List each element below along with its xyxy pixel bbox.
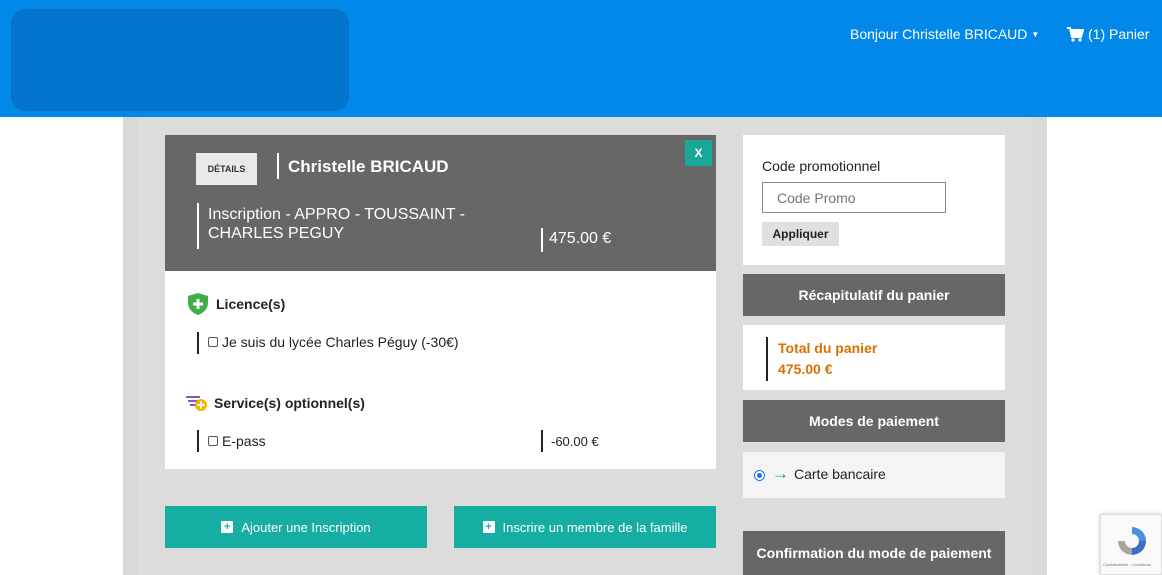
promo-label: Code promotionnel [762,158,881,174]
cart-summary-header: Récapitulatif du panier [743,274,1005,316]
service-price: -60.00 € [551,434,599,449]
service-option-label: E-pass [222,433,266,449]
cart-total-panel: Total du panier 475.00 € [743,325,1005,390]
recaptcha-text: Confidentialité - Conditions [1103,562,1151,567]
payment-method-label: Carte bancaire [794,466,886,482]
apply-promo-button[interactable]: Appliquer [762,222,839,246]
payment-radio[interactable] [754,470,765,481]
registration-price: 475.00 € [549,230,612,247]
divider [197,430,199,452]
service-option[interactable]: E-pass [208,433,266,449]
shopping-cart-icon [1067,26,1084,42]
payment-confirmation-header: Confirmation du mode de paiement [743,531,1005,575]
recaptcha-icon [1118,527,1146,555]
registration-header: DÉTAILS Christelle BRICAUD X Inscription… [165,135,716,271]
licences-title: Licence(s) [216,296,286,312]
divider [197,332,199,354]
payment-methods-header: Modes de paiement [743,400,1005,442]
cart-total-value: 475.00 € [778,361,833,377]
licences-section-title: Licence(s) [186,292,285,316]
caret-down-icon: ▼ [1031,29,1040,39]
licence-checkbox[interactable] [208,337,218,347]
user-menu[interactable]: Bonjour Christelle BRICAUD ▼ [850,26,1039,42]
add-registration-button[interactable]: + Ajouter une Inscription [165,506,427,548]
divider [766,337,768,381]
plus-icon: + [221,521,234,533]
divider [197,203,199,249]
user-greeting: Bonjour Christelle BRICAUD [850,26,1028,42]
shield-icon [188,293,208,315]
person-name: Christelle BRICAUD [288,157,449,176]
payment-method-option[interactable]: → Carte bancaire [743,452,1005,498]
service-add-icon [186,396,207,411]
add-family-member-button[interactable]: + Inscrire un membre de la famille [454,506,716,548]
cart-total-label: Total du panier [778,340,878,356]
cart-link[interactable]: (1) Panier [1067,26,1149,42]
divider [541,228,543,252]
remove-registration-button[interactable]: X [685,140,712,166]
services-title: Service(s) optionnel(s) [214,395,365,411]
divider [277,153,279,179]
cart-label: (1) Panier [1088,26,1150,42]
licence-option[interactable]: Je suis du lycée Charles Péguy (-30€) [208,334,459,350]
add-registration-label: Ajouter une Inscription [241,519,371,535]
site-header: Bonjour Christelle BRICAUD ▼ (1) Panier [0,0,1162,117]
service-checkbox[interactable] [208,436,218,446]
add-family-member-label: Inscrire un membre de la famille [502,519,688,535]
promo-panel: Code promotionnel Appliquer [743,135,1005,265]
recaptcha-badge[interactable]: Confidentialité - Conditions [1100,514,1162,575]
details-button[interactable]: DÉTAILS [196,153,257,185]
plus-icon: + [482,521,495,533]
registration-title: Inscription - APPRO - TOUSSAINT - CHARLE… [208,206,465,242]
services-section-title: Service(s) optionnel(s) [186,394,365,412]
arrow-right-icon: → [772,464,789,483]
divider [541,430,543,452]
site-logo[interactable] [11,9,349,111]
promo-code-input[interactable] [762,182,946,213]
licence-option-label: Je suis du lycée Charles Péguy (-30€) [222,334,459,350]
registration-card: DÉTAILS Christelle BRICAUD X Inscription… [165,135,716,469]
